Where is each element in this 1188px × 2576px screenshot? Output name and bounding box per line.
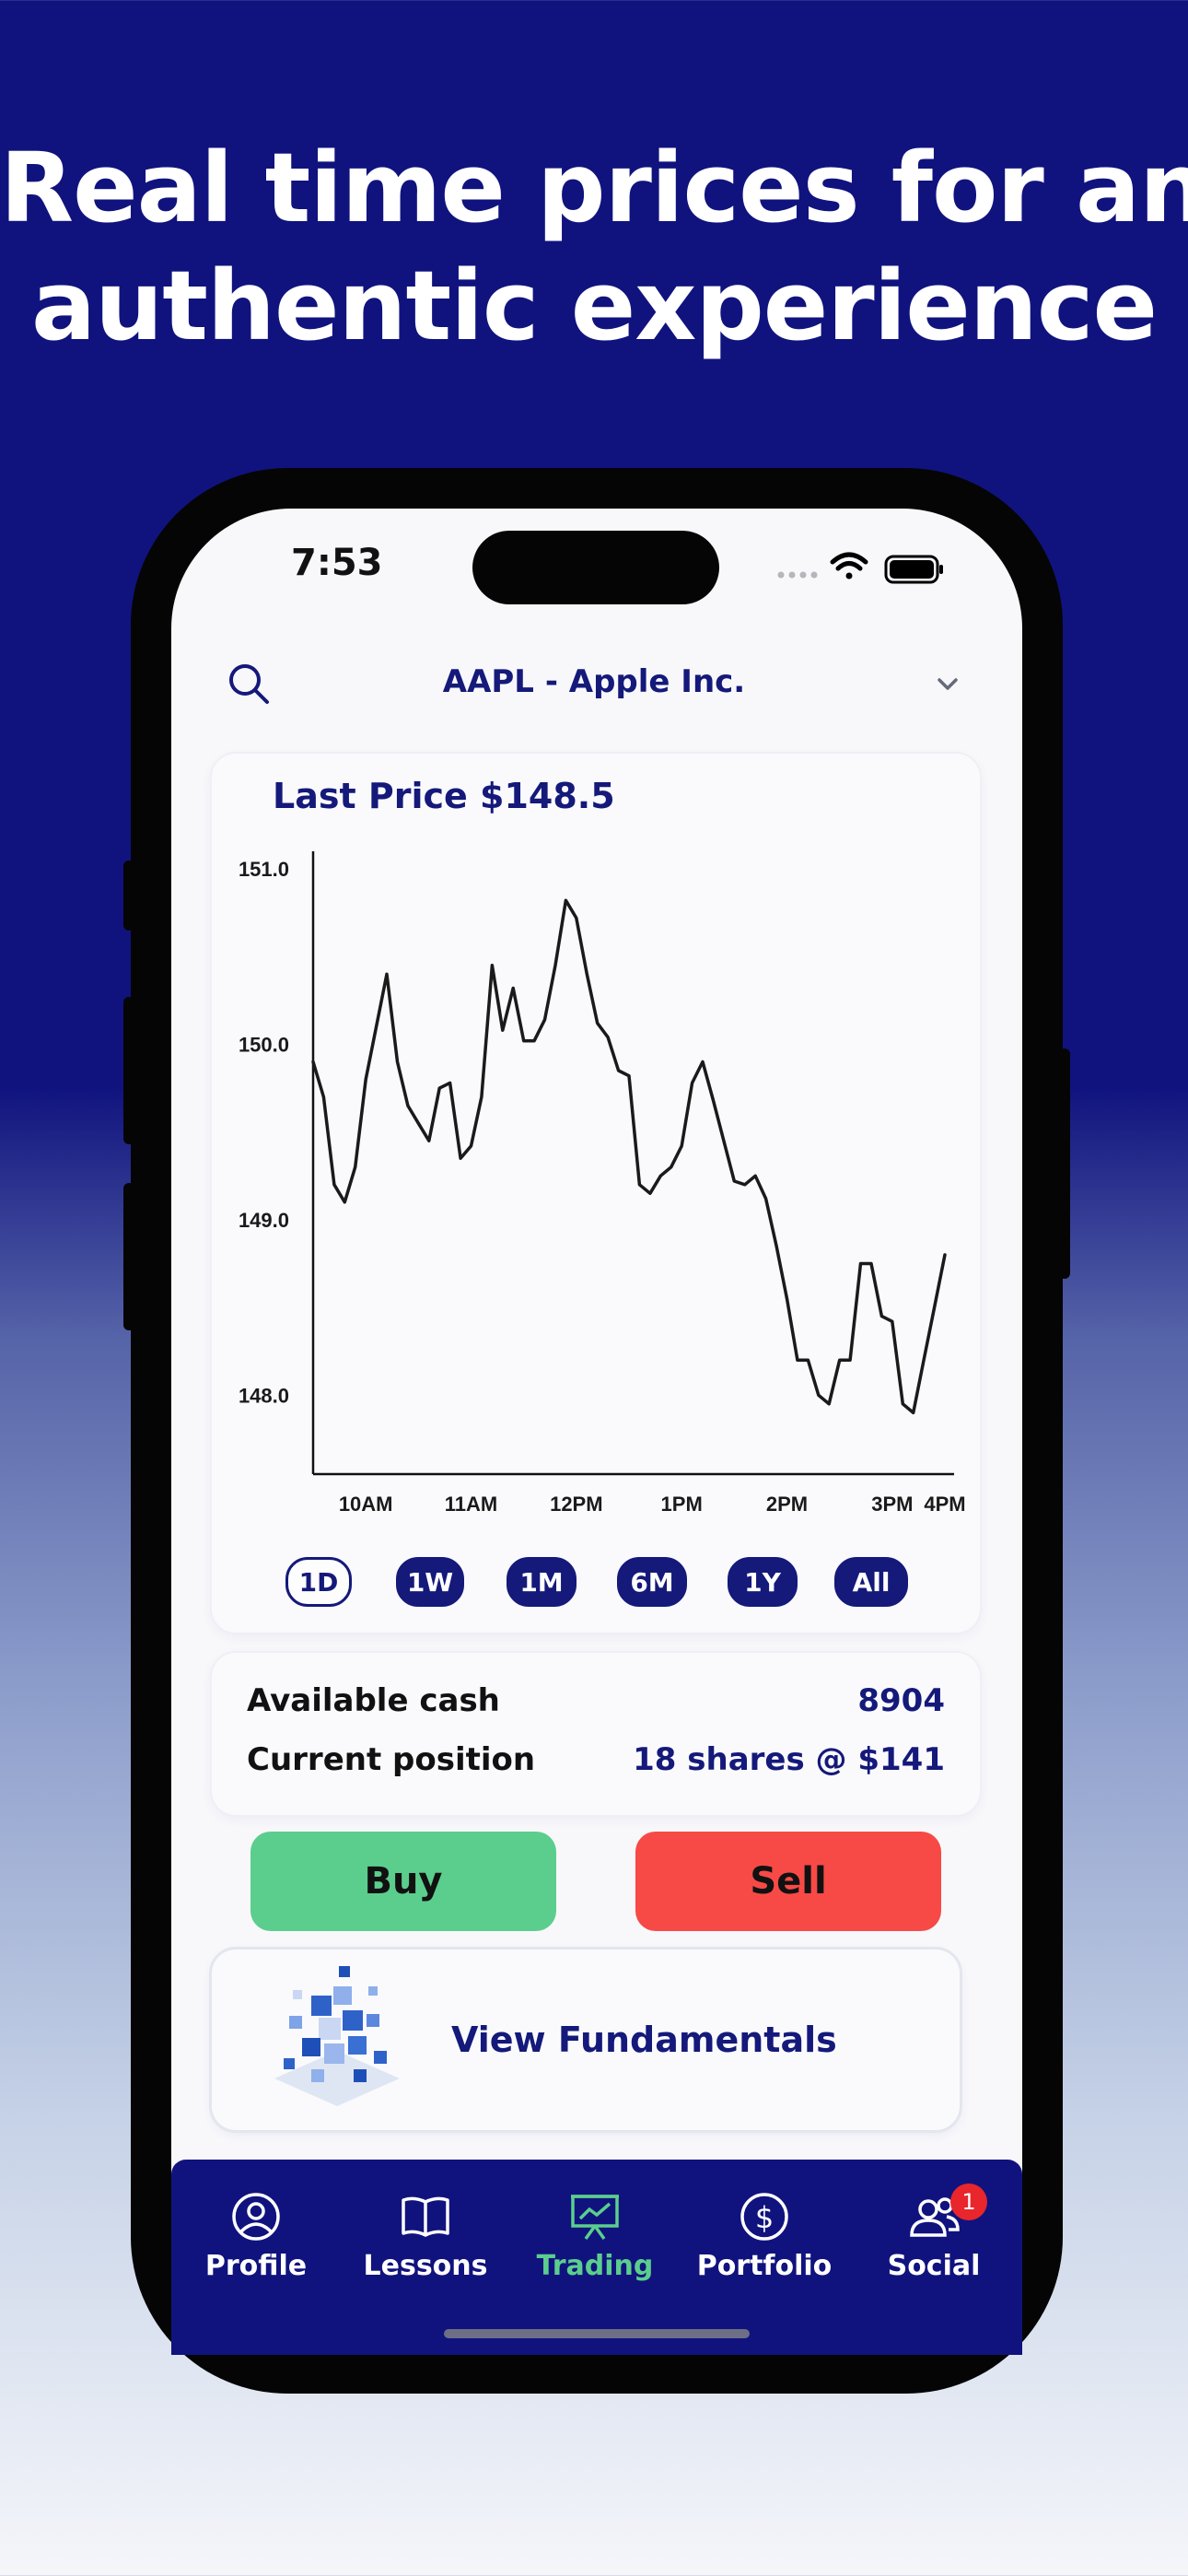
available-cash-label: Available cash — [247, 1682, 500, 1719]
x-tick-label: 1PM — [661, 1493, 703, 1516]
signal-icon — [777, 571, 818, 579]
chart-board-icon — [571, 2195, 619, 2241]
view-fundamentals-label: View Fundamentals — [451, 2020, 837, 2060]
svg-text:$: $ — [755, 2200, 774, 2235]
range-button-1d[interactable]: 1D — [285, 1557, 352, 1607]
tab-label-portfolio: Portfolio — [696, 2250, 833, 2282]
x-tick-label: 12PM — [550, 1493, 602, 1516]
headline-line-1: Real time prices for an — [0, 132, 1188, 244]
tab-lessons[interactable]: Lessons — [343, 2191, 508, 2292]
headline-line-2: authentic experience — [30, 250, 1158, 362]
x-tick-label: 3PM — [871, 1493, 913, 1516]
chevron-down-icon[interactable] — [934, 671, 961, 698]
price-series-line — [311, 898, 947, 1415]
dynamic-island — [472, 531, 719, 604]
tab-portfolio[interactable]: $ Portfolio — [681, 2191, 847, 2292]
tab-social[interactable]: Social — [851, 2191, 1017, 2292]
data-cubes-icon — [274, 1966, 400, 2106]
range-button-all[interactable]: All — [834, 1557, 908, 1607]
range-button-1m[interactable]: 1M — [507, 1557, 577, 1607]
phone-volume-up — [123, 997, 134, 1144]
tab-label-lessons: Lessons — [363, 2250, 488, 2282]
x-tick-label: 4PM — [924, 1493, 965, 1516]
range-button-1y[interactable]: 1Y — [728, 1557, 798, 1607]
current-position-value: 18 shares @ $141 — [633, 1741, 945, 1778]
status-icons — [777, 552, 943, 584]
social-notification-badge: 1 — [950, 2184, 987, 2220]
account-info-card — [212, 1653, 980, 1815]
home-indicator — [444, 2329, 750, 2338]
phone-silent-switch — [123, 861, 134, 931]
phone-power-button — [1059, 1048, 1070, 1279]
tab-label-trading: Trading — [536, 2250, 654, 2282]
phone-volume-down — [123, 1183, 134, 1330]
promo-headline: Real time prices for an authentic experi… — [0, 129, 1188, 365]
profile-icon — [232, 2193, 280, 2241]
range-button-1w[interactable]: 1W — [396, 1557, 464, 1607]
status-time: 7:53 — [291, 542, 383, 584]
tab-label-social: Social — [887, 2250, 981, 2282]
wifi-icon — [830, 552, 868, 580]
ticker-selector[interactable]: AAPL - Apple Inc. — [313, 663, 875, 700]
y-tick-label: 149.0 — [239, 1209, 289, 1232]
battery-icon — [884, 555, 943, 584]
tab-label-profile: Profile — [204, 2250, 308, 2282]
time-range-selector: 1D 1W 1M 6M 1Y All — [212, 1557, 980, 1609]
book-icon — [402, 2196, 449, 2237]
price-line-chart: 151.0 150.0 149.0 148.0 10AM 11AM 12PM 1PM 2PM 3P… — [239, 851, 966, 1516]
x-tick-label: 10AM — [339, 1493, 393, 1516]
y-tick-label: 148.0 — [239, 1384, 289, 1407]
tab-trading[interactable]: Trading — [512, 2191, 678, 2292]
last-price-label: Last Price $148.5 — [273, 776, 615, 816]
current-position-label: Current position — [247, 1741, 536, 1778]
sell-button[interactable]: Sell — [635, 1832, 941, 1931]
x-tick-label: 2PM — [766, 1493, 808, 1516]
x-tick-label: 11AM — [445, 1493, 497, 1516]
range-button-6m[interactable]: 6M — [617, 1557, 687, 1607]
dollar-icon: $ — [740, 2193, 788, 2241]
y-tick-label: 151.0 — [239, 858, 289, 881]
tab-profile[interactable]: Profile — [173, 2191, 339, 2292]
search-icon[interactable] — [225, 660, 273, 708]
buy-button[interactable]: Buy — [250, 1832, 556, 1931]
y-tick-label: 150.0 — [239, 1033, 289, 1056]
available-cash-value: 8904 — [857, 1682, 945, 1719]
